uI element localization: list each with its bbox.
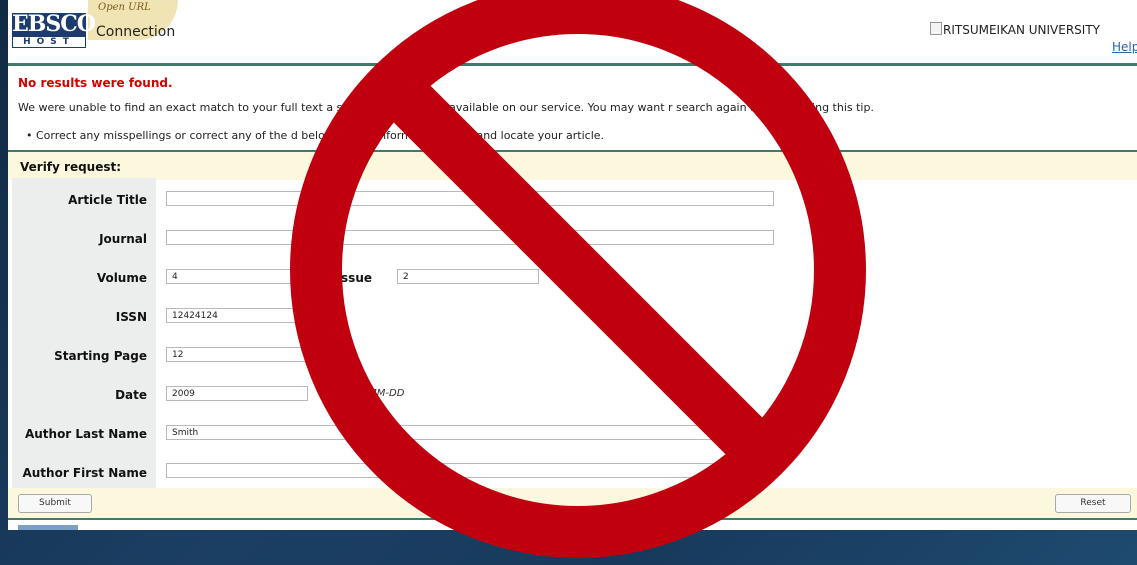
journal-input[interactable]	[166, 230, 774, 245]
ebsco-host-logo: EBSCO HOST	[12, 11, 96, 48]
verify-request-bar	[8, 150, 1137, 180]
date-input[interactable]: 2009	[166, 386, 308, 401]
ebsco-logo-text: EBSCO	[12, 11, 96, 37]
broken-image-icon	[930, 22, 942, 35]
issue-label: Issue	[336, 271, 372, 285]
starting-page-label: Starting Page	[54, 349, 147, 363]
institution-logo-alt: RITSUMEIKAN UNIVERSITY	[943, 23, 1100, 37]
header-divider	[8, 63, 1137, 66]
volume-label: Volume	[96, 271, 147, 285]
date-label: Date	[115, 388, 147, 402]
article-title-input[interactable]	[166, 191, 774, 206]
institution-logo: RITSUMEIKAN UNIVERSITY	[930, 22, 1100, 37]
connection-title: Connection	[96, 24, 176, 40]
issn-label: ISSN	[115, 310, 147, 324]
footer-link-fragment	[18, 525, 78, 530]
author-last-name-label: Author Last Name	[24, 427, 147, 441]
help-link[interactable]: Help	[1112, 40, 1137, 54]
open-url-tagline: Open URL	[98, 2, 151, 13]
form-actions-bar	[8, 488, 1137, 520]
journal-label: Journal	[99, 232, 147, 246]
issn-input[interactable]: 12424124	[166, 308, 308, 323]
submit-button[interactable]: Submit	[18, 494, 92, 513]
article-title-label: Article Title	[68, 193, 147, 207]
issue-input[interactable]: 2	[397, 269, 539, 284]
host-logo-text: HOST	[12, 36, 86, 48]
author-first-name-input[interactable]	[166, 463, 774, 478]
verify-request-title: Verify request:	[20, 160, 122, 174]
explanation-text: We were unable to find an exact match to…	[18, 101, 874, 114]
label-column	[12, 178, 156, 488]
reset-button[interactable]: Reset	[1055, 494, 1131, 513]
ebsco-openurl-page: EBSCO HOST Open URL Connection RITSUMEIK…	[8, 0, 1137, 530]
author-last-name-input[interactable]: Smith	[166, 425, 774, 440]
no-results-message: No results were found.	[18, 76, 173, 90]
page-header: EBSCO HOST Open URL Connection RITSUMEIK…	[8, 0, 1137, 63]
author-first-name-label: Author First Name	[22, 466, 147, 480]
date-format-hint: le: YYYY-MM-DD	[326, 388, 405, 399]
starting-page-input[interactable]: 12	[166, 347, 308, 362]
tip-item: Correct any misspellings or correct any …	[26, 129, 604, 142]
volume-input[interactable]: 4	[166, 269, 308, 284]
